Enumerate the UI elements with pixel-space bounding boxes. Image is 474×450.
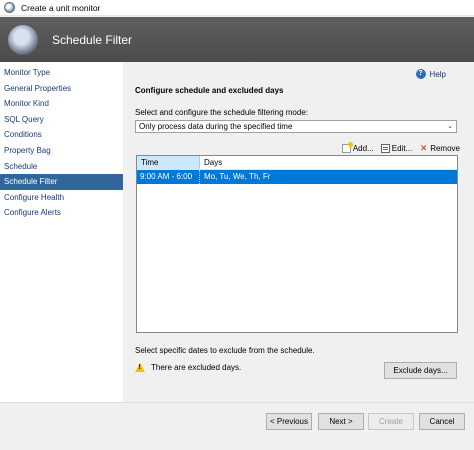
help-link[interactable]: ? Help — [415, 69, 446, 79]
wizard-nav: Monitor Type General Properties Monitor … — [0, 62, 123, 402]
nav-item-monitor-type[interactable]: Monitor Type — [0, 65, 123, 81]
table-row[interactable]: 9:00 AM - 6:00 PM Mo, Tu, We, Th, Fr — [137, 170, 457, 195]
nav-item-monitor-kind[interactable]: Monitor Kind — [0, 96, 123, 112]
previous-button[interactable]: < Previous — [266, 413, 312, 430]
warning-icon — [135, 363, 145, 372]
exclude-days-button[interactable]: Exclude days... — [384, 362, 457, 379]
wizard-footer: < Previous Next > Create Cancel — [0, 402, 474, 450]
column-header-days[interactable]: Days — [200, 156, 457, 169]
window-title: Create a unit monitor — [21, 2, 101, 13]
wizard-badge-icon — [8, 24, 38, 55]
wizard-header: Schedule Filter — [0, 17, 474, 62]
remove-label: Remove — [430, 144, 460, 153]
nav-item-schedule[interactable]: Schedule — [0, 159, 123, 175]
section-title: Configure schedule and excluded days — [135, 86, 284, 95]
filter-mode-select[interactable]: Only process data during the specified t… — [135, 120, 457, 133]
nav-item-conditions[interactable]: Conditions — [0, 127, 123, 143]
excluded-days-warning: There are excluded days. — [135, 363, 241, 372]
schedule-toolbar: Add... Edit... ✕ Remove — [341, 142, 460, 154]
help-icon: ? — [415, 69, 426, 79]
nav-item-sql-query[interactable]: SQL Query — [0, 112, 123, 128]
title-bar: Create a unit monitor — [0, 0, 474, 16]
nav-item-general-properties[interactable]: General Properties — [0, 81, 123, 97]
cancel-button[interactable]: Cancel — [419, 413, 465, 430]
warning-text: There are excluded days. — [151, 363, 242, 372]
edit-button[interactable]: Edit... — [380, 144, 413, 153]
remove-button[interactable]: ✕ Remove — [419, 143, 460, 154]
help-label: Help — [429, 69, 446, 79]
app-icon — [4, 2, 15, 13]
add-label: Add... — [352, 144, 374, 153]
filter-mode-value: Only process data during the specified t… — [139, 122, 293, 131]
add-icon — [341, 142, 353, 153]
next-button[interactable]: Next > — [318, 413, 364, 430]
nav-item-property-bag[interactable]: Property Bag — [0, 143, 123, 159]
grid-header: Time Days — [137, 156, 457, 170]
cell-time: 9:00 AM - 6:00 PM — [137, 170, 200, 195]
remove-icon: ✕ — [419, 143, 428, 153]
main-panel: ? Help Configure schedule and excluded d… — [123, 62, 474, 402]
nav-item-configure-health[interactable]: Configure Health — [0, 190, 123, 206]
nav-item-schedule-filter[interactable]: Schedule Filter — [0, 174, 123, 190]
column-header-time[interactable]: Time — [137, 156, 200, 169]
exclude-label: Select specific dates to exclude from th… — [135, 346, 315, 355]
create-button[interactable]: Create — [368, 413, 414, 430]
cell-days: Mo, Tu, We, Th, Fr — [204, 172, 271, 181]
edit-label: Edit... — [391, 144, 413, 153]
chevron-down-icon: ⌄ — [447, 123, 453, 130]
page-title: Schedule Filter — [52, 32, 133, 47]
nav-item-configure-alerts[interactable]: Configure Alerts — [0, 205, 123, 221]
schedule-grid[interactable]: Time Days 9:00 AM - 6:00 PM Mo, Tu, We, … — [136, 155, 458, 333]
edit-icon — [380, 144, 390, 153]
mode-label: Select and configure the schedule filter… — [135, 108, 308, 117]
add-button[interactable]: Add... — [341, 142, 374, 153]
